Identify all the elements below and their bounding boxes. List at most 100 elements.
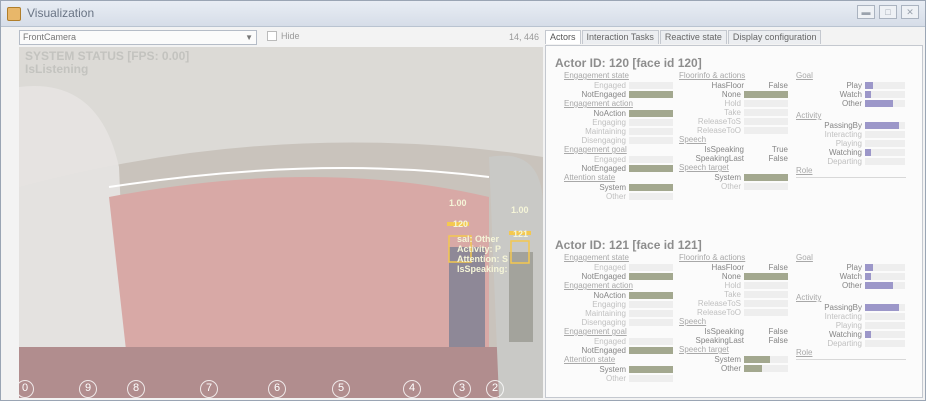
close-button[interactable]: ✕ xyxy=(901,5,919,19)
goal-header: Goal xyxy=(796,71,813,80)
level-bar xyxy=(744,273,788,280)
floor-column: Floorinfo & actions HasFloor False None Hold… xyxy=(679,253,791,373)
maximize-button[interactable]: □ xyxy=(879,5,897,19)
tab-actors[interactable]: Actors xyxy=(545,30,581,44)
camera-pane: FrontCamera ▼ Hide 14, 446 SYSTEM STATUS… xyxy=(19,30,543,398)
level-bar xyxy=(629,310,673,317)
row-label: Maintaining xyxy=(585,309,626,318)
level-bar xyxy=(865,158,905,165)
speech-target-header: Speech target xyxy=(679,345,729,354)
seat-number: 2 xyxy=(486,380,504,398)
role-header: Role xyxy=(796,166,813,175)
engagement-goal-row: Engaged xyxy=(564,155,674,164)
actor-block: Actor ID: 121 [face id 121] Engagement st… xyxy=(546,238,922,397)
goal-row: Play xyxy=(796,81,908,90)
chevron-down-icon: ▼ xyxy=(245,33,253,42)
level-bar xyxy=(629,184,673,191)
activity-row: Watching xyxy=(796,330,908,339)
activity-row: Interacting xyxy=(796,130,908,139)
level-bar xyxy=(629,119,673,126)
level-bar xyxy=(744,100,788,107)
level-bar xyxy=(629,156,673,163)
camera-select[interactable]: FrontCamera ▼ xyxy=(19,30,257,45)
level-bar xyxy=(744,291,788,298)
level-fill xyxy=(865,91,871,98)
level-bar xyxy=(865,322,905,329)
title-bar[interactable]: Visualization ▬ □ ✕ xyxy=(1,1,925,27)
level-bar xyxy=(629,301,673,308)
goal-column: Goal Play Watch Other Activity PassingBy Inter… xyxy=(796,71,908,178)
level-bar xyxy=(744,118,788,125)
row-label: Watching xyxy=(828,330,862,339)
row-label: None xyxy=(721,90,741,99)
attention-state-header: Attention state xyxy=(564,173,616,182)
person-121 xyxy=(509,252,533,342)
activity-header: Activity xyxy=(796,293,822,302)
floorinfo-header: Floorinfo & actions xyxy=(679,71,746,80)
level-bar xyxy=(629,82,673,89)
engagement-state-row: NotEngaged xyxy=(564,272,674,281)
minimize-button[interactable]: ▬ xyxy=(857,5,875,19)
level-fill xyxy=(629,91,673,98)
speech-row: IsSpeaking True xyxy=(679,145,791,154)
overlay-line-attention: Attention: S xyxy=(457,254,508,264)
hide-checkbox[interactable] xyxy=(267,31,277,41)
row-label: NotEngaged xyxy=(581,272,626,281)
row-label: IsSpeaking xyxy=(704,145,744,154)
attention-state-header: Attention state xyxy=(564,355,616,364)
row-label: Hold xyxy=(724,99,741,108)
goal-column: Goal Play Watch Other Activity PassingBy Inter… xyxy=(796,253,908,360)
seat-number: 8 xyxy=(127,380,145,398)
row-label: Watch xyxy=(839,90,862,99)
level-bar xyxy=(744,91,788,98)
state-pane: Actors Interaction Tasks Reactive state … xyxy=(545,30,923,398)
attention-state-row: Other xyxy=(564,374,674,383)
floor-action-row: ReleaseToO xyxy=(679,308,791,317)
level-bar xyxy=(865,149,905,156)
score-label-121: 1.00 xyxy=(511,205,529,215)
row-label: SpeakingLast xyxy=(695,154,744,163)
level-bar xyxy=(744,365,788,372)
floor-action-row: Take xyxy=(679,290,791,299)
row-label: NotEngaged xyxy=(581,164,626,173)
row-label: Engaged xyxy=(593,81,626,90)
camera-select-value: FrontCamera xyxy=(23,32,77,42)
engagement-state-row: Engaged xyxy=(564,263,674,272)
hasfloor-row: HasFloor False xyxy=(679,81,791,90)
goal-header: Goal xyxy=(796,253,813,262)
camera-view[interactable]: SYSTEM STATUS [FPS: 0.00] IsListening 1.… xyxy=(19,47,543,398)
level-bar xyxy=(865,273,905,280)
floor-action-row: Hold xyxy=(679,99,791,108)
engagement-goal-header: Engagement goal xyxy=(564,145,627,154)
hide-toggle[interactable]: Hide xyxy=(267,31,300,41)
level-bar xyxy=(865,282,905,289)
level-fill xyxy=(865,331,871,338)
goal-row: Play xyxy=(796,263,908,272)
row-label: Playing xyxy=(835,321,862,330)
goal-row: Watch xyxy=(796,272,908,281)
speech-row: SpeakingLast False xyxy=(679,336,791,345)
actors-panel: Actor ID: 120 [face id 120] Engagement st… xyxy=(545,45,923,398)
level-bar xyxy=(744,309,788,316)
engagement-action-row: Maintaining xyxy=(564,309,674,318)
row-label: NotEngaged xyxy=(581,90,626,99)
row-value: False xyxy=(768,263,788,272)
actor-title: Actor ID: 120 [face id 120] xyxy=(555,56,702,70)
level-fill xyxy=(744,91,788,98)
level-bar xyxy=(865,91,905,98)
tab-reactive-state[interactable]: Reactive state xyxy=(659,30,727,44)
row-value: False xyxy=(768,81,788,90)
tab-display-configuration[interactable]: Display configuration xyxy=(727,30,822,44)
tab-interaction-tasks[interactable]: Interaction Tasks xyxy=(581,30,659,44)
row-label: ReleaseToO xyxy=(696,308,741,317)
speech-row: SpeakingLast False xyxy=(679,154,791,163)
activity-header: Activity xyxy=(796,111,822,120)
engagement-action-row: NoAction xyxy=(564,109,674,118)
level-fill xyxy=(629,273,673,280)
level-bar xyxy=(865,131,905,138)
row-label: IsSpeaking xyxy=(704,327,744,336)
speech-target-row: Other xyxy=(679,364,791,373)
level-bar xyxy=(629,110,673,117)
level-fill xyxy=(865,273,871,280)
row-label: Watch xyxy=(839,272,862,281)
